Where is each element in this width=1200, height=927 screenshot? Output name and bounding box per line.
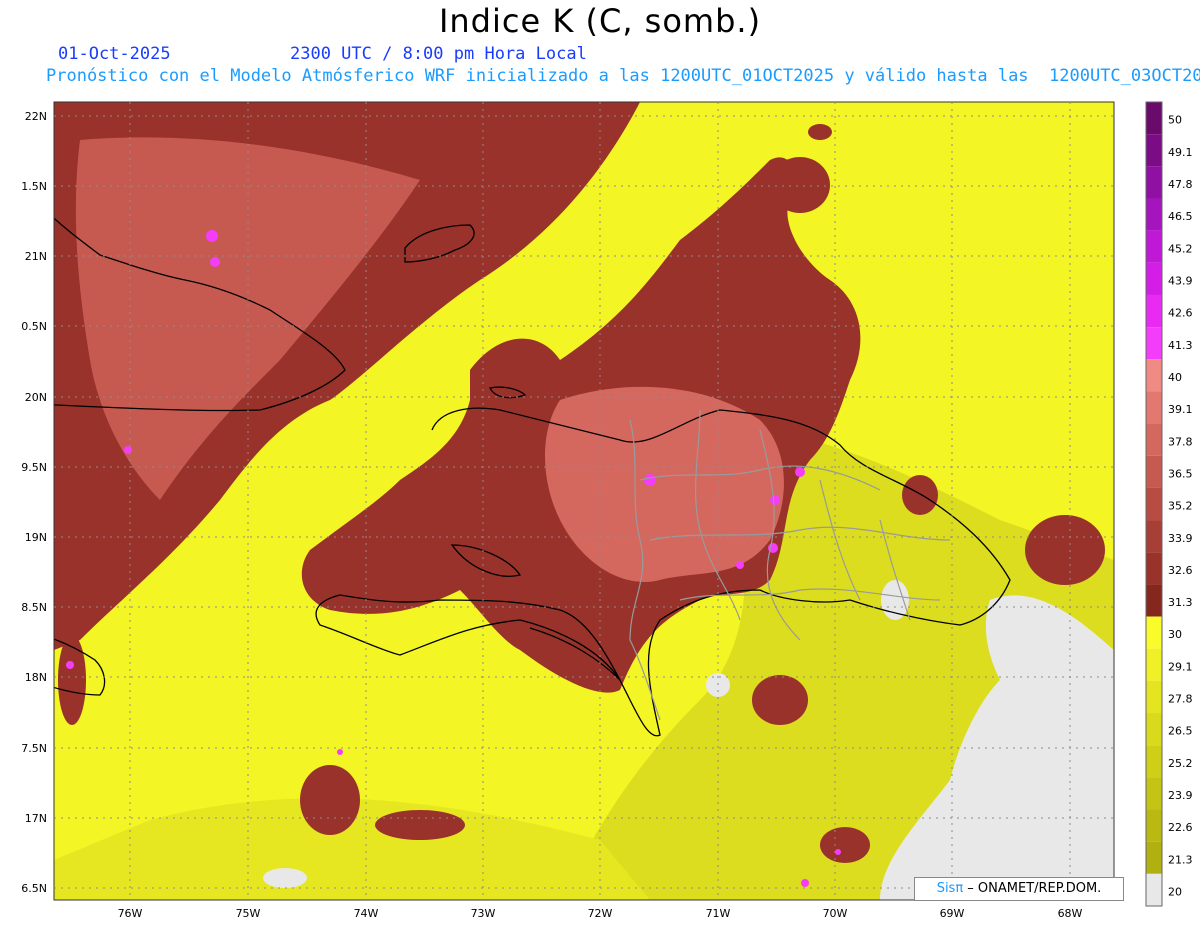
colorbar-swatch [1146, 327, 1162, 360]
colorbar-label: 32.6 [1168, 564, 1193, 577]
colorbar-swatch [1146, 745, 1162, 778]
colorbar-swatch [1146, 713, 1162, 746]
colorbar-label: 21.3 [1168, 853, 1193, 866]
colorbar-label: 29.1 [1168, 660, 1193, 673]
colorbar-label: 22.6 [1168, 821, 1193, 834]
colorbar-swatch [1146, 520, 1162, 553]
lat-label: 19N [25, 531, 47, 544]
colorbar-swatch [1146, 134, 1162, 167]
colorbar-swatch [1146, 487, 1162, 521]
latitude-labels: 22N 1.5N 21N 0.5N 20N 9.5N 19N 8.5N 18N … [21, 110, 47, 895]
k-index-map: 22N 1.5N 21N 0.5N 20N 9.5N 19N 8.5N 18N … [21, 101, 1193, 920]
colorbar-label: 50 [1168, 114, 1182, 127]
colorbar-swatch [1146, 777, 1162, 810]
south-blob-1 [300, 765, 360, 835]
longitude-labels: 76W 75W 74W 73W 72W 71W 70W 69W 68W [118, 907, 1083, 920]
colorbar-swatch [1146, 359, 1162, 392]
lat-label: 18N [25, 671, 47, 684]
colorbar-swatch [1146, 616, 1162, 649]
lon-label: 76W [118, 907, 143, 920]
colorbar-label: 27.8 [1168, 693, 1193, 706]
jamaica-blob [58, 635, 86, 725]
colorbar-label: 46.5 [1168, 210, 1193, 223]
colorbar-label: 43.9 [1168, 274, 1193, 287]
credit-box: Sisπ – ONAMET/REP.DOM. [914, 877, 1124, 901]
north-small-blob [808, 124, 832, 140]
colorbar-swatch [1146, 680, 1162, 714]
colorbar-label: 47.8 [1168, 178, 1193, 191]
colorbar-label: 25.2 [1168, 757, 1193, 770]
colorbar-label: 37.8 [1168, 435, 1193, 448]
colorbar-label: 30 [1168, 628, 1182, 641]
lat-label: 22N [25, 110, 47, 123]
lat-label: 1.5N [21, 180, 47, 193]
colorbar-swatch [1146, 584, 1162, 617]
lat-label: 8.5N [21, 601, 47, 614]
colorbar-swatch [1146, 423, 1162, 456]
colorbar-swatch [1146, 841, 1162, 874]
colorbar-swatch [1146, 809, 1162, 842]
credit-text: – ONAMET/REP.DOM. [963, 881, 1102, 896]
lat-label: 6.5N [21, 882, 47, 895]
lon-label: 68W [1058, 907, 1083, 920]
colorbar-label: 20 [1168, 886, 1182, 899]
colorbar-label: 49.1 [1168, 146, 1193, 159]
colorbar-label: 33.9 [1168, 532, 1193, 545]
lon-label: 73W [471, 907, 496, 920]
lat-label: 9.5N [21, 461, 47, 474]
colorbar-label: 41.3 [1168, 339, 1193, 352]
colorbar-label: 40 [1168, 371, 1182, 384]
lat-label: 21N [25, 250, 47, 263]
colorbar-swatch [1146, 166, 1162, 199]
lon-label: 70W [823, 907, 848, 920]
colorbar-swatch [1146, 455, 1162, 488]
sispi-logo-text: Sisπ [936, 881, 964, 896]
colorbar-swatch [1146, 102, 1162, 135]
south-blob-2 [375, 810, 465, 840]
colorbar-swatch [1146, 873, 1162, 906]
grey-patch-2 [263, 868, 307, 888]
lon-label: 71W [706, 907, 731, 920]
colorbar-label: 31.3 [1168, 596, 1193, 609]
lat-label: 17N [25, 812, 47, 825]
lon-label: 72W [588, 907, 613, 920]
colorbar-label: 45.2 [1168, 242, 1193, 255]
colorbar-label: 42.6 [1168, 307, 1193, 320]
lon-label: 69W [940, 907, 965, 920]
colorbar-label: 39.1 [1168, 403, 1193, 416]
lat-label: 20N [25, 391, 47, 404]
north-blob [770, 157, 830, 213]
lat-label: 0.5N [21, 320, 47, 333]
colorbar-swatch [1146, 552, 1162, 585]
grey-patch-1 [881, 580, 909, 620]
lon-label: 75W [236, 907, 261, 920]
colorbar-label: 26.5 [1168, 725, 1193, 738]
colorbar-swatch [1146, 648, 1162, 681]
colorbar-swatch [1146, 391, 1162, 424]
colorbar-label: 23.9 [1168, 789, 1193, 802]
lon-label: 74W [354, 907, 379, 920]
lat-label: 7.5N [21, 742, 47, 755]
colorbar-swatch [1146, 294, 1162, 328]
east-small-blob [902, 475, 938, 515]
colorbar-legend: 50 49.1 47.8 46.5 45.2 43.9 42.6 41.3 40 39.1 37.8… [1145, 101, 1193, 907]
east-blob [1025, 515, 1105, 585]
colorbar-label: 36.5 [1168, 467, 1193, 480]
south-blob-4 [820, 827, 870, 863]
colorbar-swatch [1146, 262, 1162, 295]
south-blob-3 [752, 675, 808, 725]
colorbar-swatch [1146, 230, 1162, 263]
colorbar-label: 35.2 [1168, 500, 1193, 513]
colorbar-swatch [1146, 198, 1162, 231]
